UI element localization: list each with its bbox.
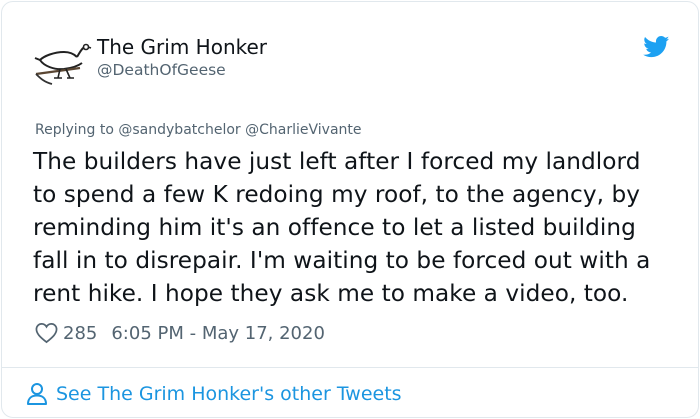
mention-link[interactable]: @sandybatchelor xyxy=(118,122,240,138)
tweet-text-line: rent hike. I hope they ask me to make a … xyxy=(33,280,629,307)
see-more-label[interactable]: See The Grim Honker's other Tweets xyxy=(56,383,402,405)
tweet-text-line: reminding him it's an offence to let a l… xyxy=(33,214,636,241)
replying-to-prefix: Replying to xyxy=(35,122,114,138)
tweet-text-line: The builders have just left after I forc… xyxy=(33,148,641,175)
tweet-card: The Grim Honker @DeathOfGeese Replying t… xyxy=(1,1,699,418)
tweet-header: The Grim Honker @DeathOfGeese xyxy=(2,2,698,112)
author-display-name[interactable]: The Grim Honker xyxy=(97,35,267,59)
person-icon xyxy=(27,383,47,405)
see-more-link[interactable]: See The Grim Honker's other Tweets xyxy=(26,382,402,406)
heart-icon[interactable] xyxy=(35,322,58,344)
replying-to: Replying to @sandybatchelor @CharlieViva… xyxy=(35,122,362,138)
tweet-text-line: to spend a few K redoing my roof, to the… xyxy=(33,181,640,208)
tweet-timestamp[interactable]: 6:05 PM - May 17, 2020 xyxy=(111,323,325,344)
tweet-meta: 285 6:05 PM - May 17, 2020 xyxy=(35,320,325,346)
like-count[interactable]: 285 xyxy=(63,323,97,344)
tweet-text-line: fall in to disrepair. I'm waiting to be … xyxy=(33,247,651,274)
author-handle[interactable]: @DeathOfGeese xyxy=(97,61,226,79)
avatar[interactable] xyxy=(30,38,92,88)
mention-link[interactable]: @CharlieVivante xyxy=(245,122,361,138)
tweet-text: The builders have just left after I forc… xyxy=(33,145,683,310)
twitter-bird-icon[interactable] xyxy=(643,36,670,58)
goose-avatar-icon xyxy=(34,43,92,85)
divider xyxy=(2,367,698,368)
